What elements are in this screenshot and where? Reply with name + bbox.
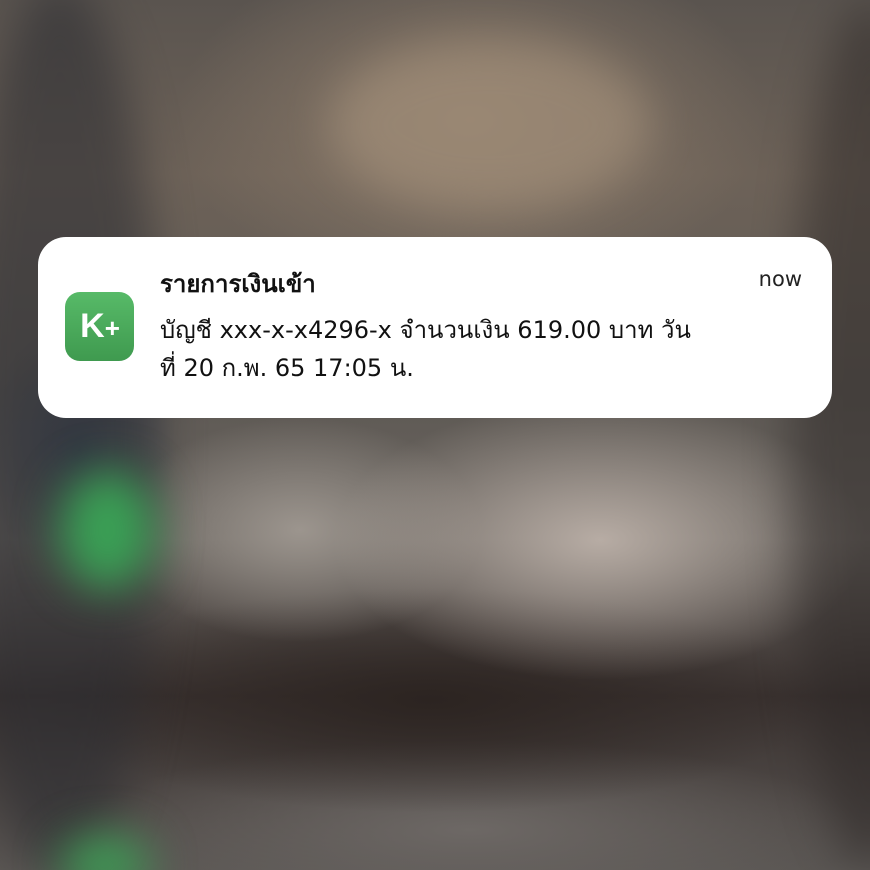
notification-title: รายการเงินเข้า [160, 270, 316, 298]
notification-body: บัญชี xxx-x-x4296-x จำนวนเงิน 619.00 บาท… [160, 311, 800, 387]
kplus-app-icon: K + [65, 292, 134, 361]
notification-body-line: บัญชี xxx-x-x4296-x จำนวนเงิน 619.00 บาท… [160, 316, 691, 344]
app-icon-plus: + [104, 313, 120, 343]
background-blur-shape [330, 40, 650, 210]
blurred-background [0, 0, 870, 870]
app-icon-letter: K [80, 307, 105, 345]
notification-body-line: ที่ 20 ก.พ. 65 17:05 น. [160, 354, 414, 382]
notification-time: now [758, 267, 802, 291]
background-blur-shape [0, 0, 160, 870]
background-blur-shape [790, 0, 870, 870]
notification-banner[interactable]: K + รายการเงินเข้า now บัญชี xxx-x-x4296-… [38, 237, 832, 418]
background-blurred-app-icon [60, 470, 155, 590]
